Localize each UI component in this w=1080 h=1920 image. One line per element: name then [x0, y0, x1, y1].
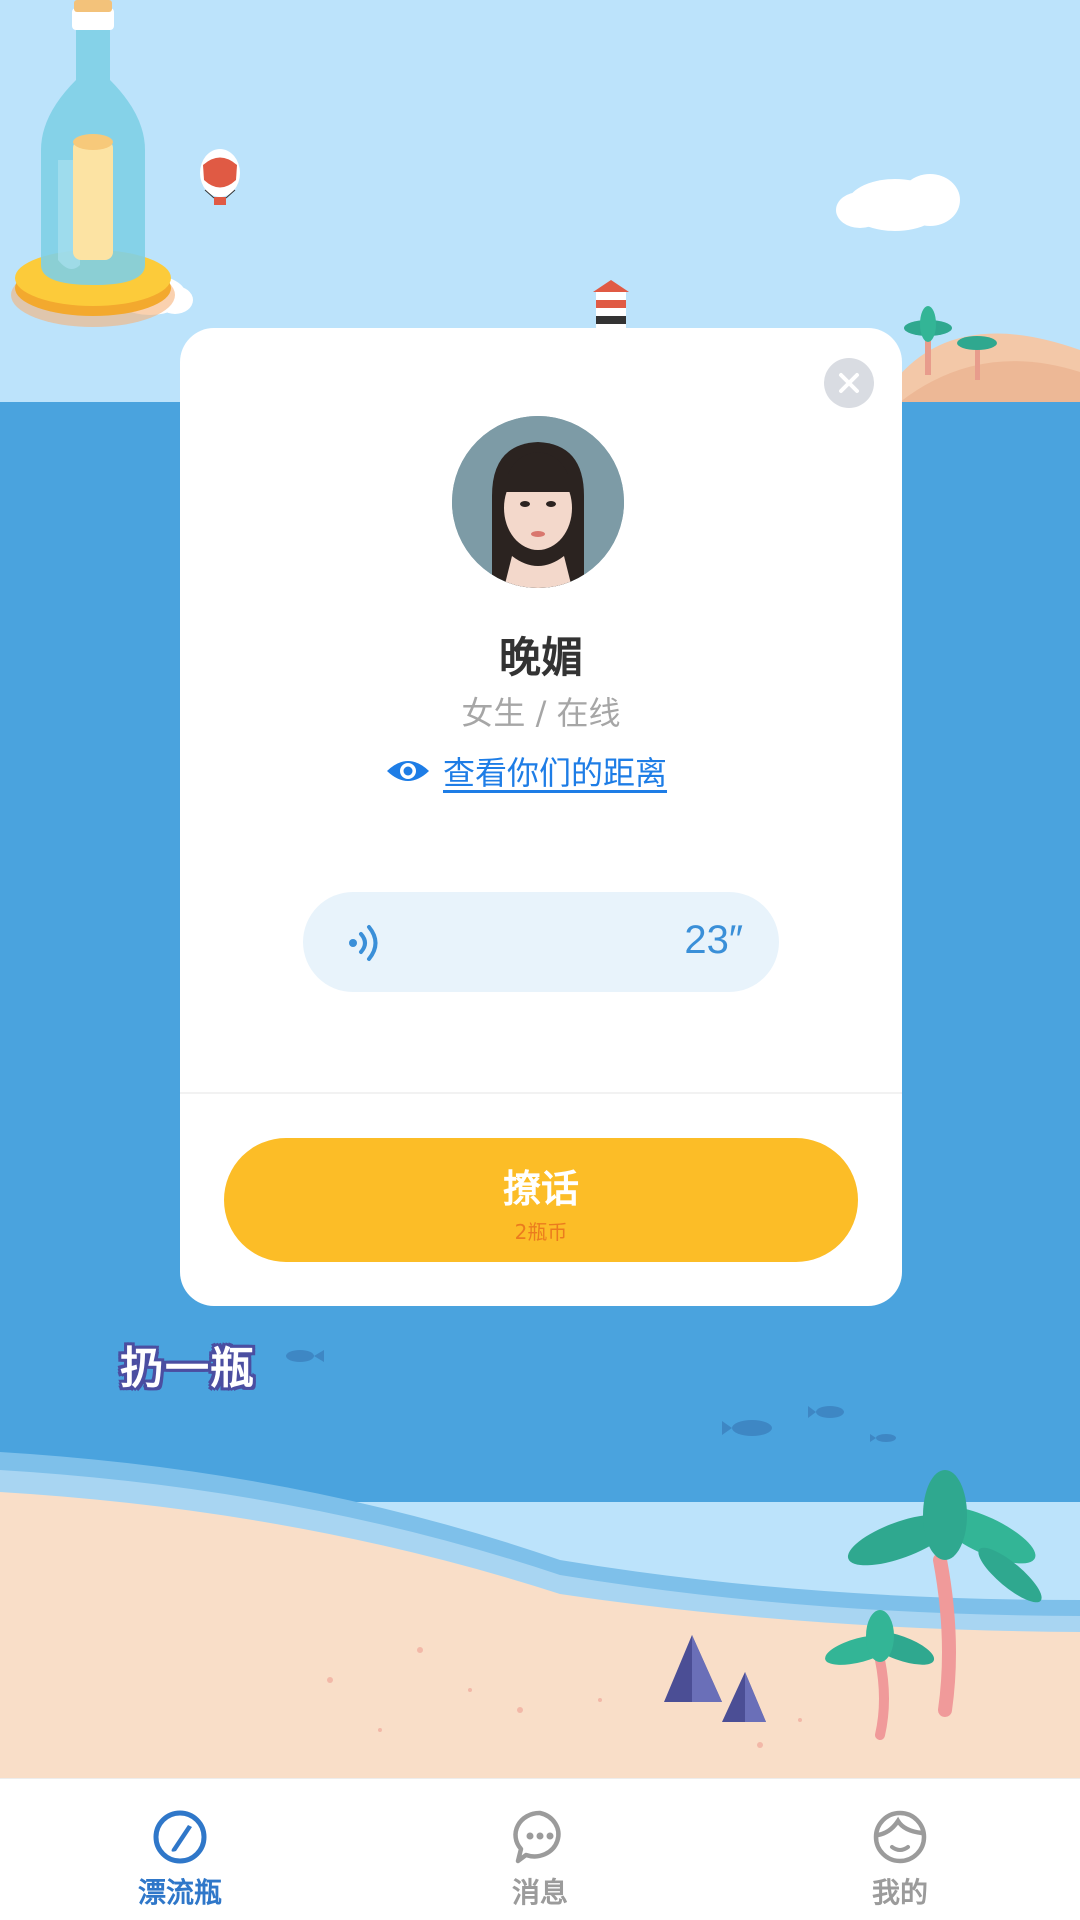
profile-icon	[873, 1810, 927, 1864]
throw-bottle-label[interactable]: 扔一瓶	[120, 1332, 255, 1396]
avatar-portrait-icon	[452, 416, 624, 588]
tab-label-drift-bottle: 漂流瓶	[137, 1876, 222, 1909]
close-button[interactable]	[824, 358, 874, 408]
tab-label-messages: 消息	[511, 1876, 568, 1909]
voice-message-player[interactable]: 23″	[303, 892, 779, 992]
view-distance-label: 查看你们的距离	[443, 754, 668, 792]
profile-card-modal: 晚媚 女生 / 在线 查看你们的距离 23″ 撩话 2瓶币	[180, 328, 902, 1306]
chat-button-label: 撩话	[502, 1167, 579, 1211]
tab-label-profile: 我的	[871, 1876, 928, 1909]
tab-messages[interactable]: 消息	[440, 1779, 640, 1920]
divider	[180, 1092, 902, 1094]
chat-button-cost: 2瓶币	[514, 1220, 568, 1244]
message-icon	[513, 1810, 561, 1864]
bottle-icon	[153, 1810, 207, 1864]
eye-icon	[387, 761, 429, 781]
user-name: 晚媚	[498, 633, 583, 682]
close-icon	[839, 373, 859, 393]
user-gender-status: 女生 / 在线	[461, 694, 621, 732]
chat-button[interactable]: 撩话 2瓶币	[224, 1138, 858, 1262]
view-distance-link[interactable]: 查看你们的距离	[385, 746, 667, 796]
tab-drift-bottle[interactable]: 漂流瓶	[80, 1779, 280, 1920]
voice-duration: 23″	[684, 918, 743, 962]
voice-wave-icon	[349, 925, 378, 961]
throw-bottle-icon[interactable]	[0, 0, 186, 330]
bottom-tab-bar: 漂流瓶 消息 我的	[0, 1778, 1080, 1920]
avatar[interactable]	[452, 416, 624, 588]
tab-profile[interactable]: 我的	[800, 1779, 1000, 1920]
